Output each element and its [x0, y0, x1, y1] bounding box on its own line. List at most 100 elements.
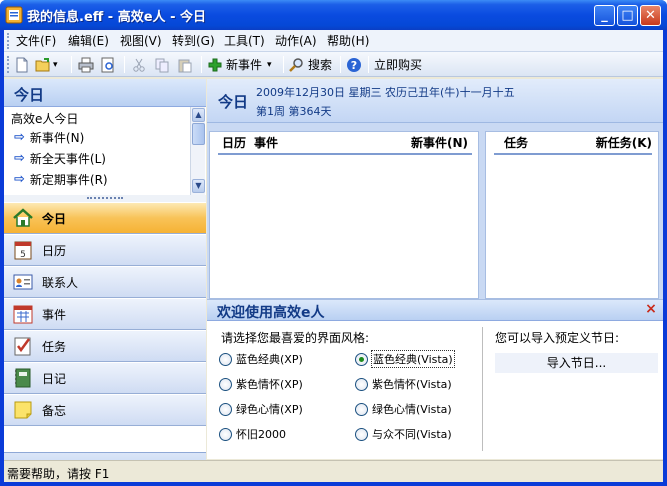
import-holidays-button[interactable]: 导入节日...	[495, 353, 658, 373]
close-button[interactable]: ✕	[640, 5, 661, 26]
print-preview-button[interactable]	[100, 55, 116, 74]
today-title: 今日	[218, 93, 249, 111]
scroll-up-button[interactable]: ▲	[192, 108, 205, 122]
help-button[interactable]: ?	[346, 55, 362, 74]
style-radio-blue-xp[interactable]: 蓝色经典(XP)	[219, 351, 303, 367]
menu-tools[interactable]: 工具(T)	[224, 33, 265, 49]
paste-button[interactable]	[177, 55, 193, 74]
radio-label: 与众不同(Vista)	[372, 428, 452, 441]
client-area: 文件(F) 编辑(E) 视图(V) 转到(G) 工具(T) 动作(A) 帮助(H…	[4, 30, 663, 482]
status-text: 需要帮助，请按 F1	[7, 467, 110, 481]
radio-button[interactable]	[355, 427, 368, 441]
maximize-button[interactable]: □	[617, 5, 638, 26]
new-event-dropdown-arrow[interactable]: ▾	[267, 60, 272, 70]
nav-events[interactable]: 事件	[4, 298, 206, 330]
memo-icon	[14, 401, 32, 419]
menu-help[interactable]: 帮助(H)	[327, 33, 369, 49]
scroll-down-button[interactable]: ▼	[192, 179, 205, 193]
nav-memo[interactable]: 备忘	[4, 394, 206, 426]
radio-button[interactable]	[355, 402, 368, 416]
print-preview-icon	[101, 57, 114, 72]
open-dropdown-arrow[interactable]: ▾	[53, 60, 58, 70]
nav-diary[interactable]: 日记	[4, 362, 206, 394]
style-radio-green-vista[interactable]: 绿色心情(Vista)	[355, 401, 452, 417]
left-pane: 今日 高效e人今日 ⇨ 新事件(N) ⇨ 新全天事件(L) ⇨ 新定期事件(R)…	[4, 79, 206, 482]
app-window: 我的信息.eff - 高效e人 - 今日 _ □ ✕ 文件(F) 编辑(E) 视…	[0, 0, 667, 486]
toolbar: ▾ 新事件 ▾ 搜索 ? 立即购买	[4, 52, 663, 77]
menu-action[interactable]: 动作(A)	[275, 33, 317, 49]
radio-button[interactable]	[355, 377, 368, 391]
buy-now-label: 立即购买	[374, 58, 423, 72]
menu-file[interactable]: 文件(F)	[16, 33, 56, 49]
home-icon	[13, 208, 33, 227]
nav-label: 事件	[42, 307, 67, 322]
pane-splitter[interactable]	[4, 195, 206, 202]
welcome-panel: 欢迎使用高效e人 × 请选择您最喜爱的界面风格: 蓝色经典(XP) 蓝色经典(V…	[207, 299, 663, 459]
style-radio-unique-vista[interactable]: 与众不同(Vista)	[355, 426, 452, 442]
new-task-link[interactable]: 新任务(K)	[596, 134, 652, 151]
style-radio-purple-xp[interactable]: 紫色情怀(XP)	[219, 376, 303, 392]
toolbar-separator	[283, 56, 284, 73]
new-document-icon	[16, 57, 28, 72]
radio-label: 绿色心情(Vista)	[372, 403, 452, 416]
radio-button-checked[interactable]	[355, 352, 368, 366]
nav-label: 日记	[42, 371, 67, 386]
radio-label: 紫色情怀(XP)	[236, 378, 303, 391]
new-event-label: 新事件	[226, 58, 263, 72]
nav-tasks[interactable]: 任务	[4, 330, 206, 362]
nav-calendar[interactable]: 5 日历	[4, 234, 206, 266]
quick-item-label: 新全天事件(L)	[29, 151, 106, 166]
nav-contacts[interactable]: 联系人	[4, 266, 206, 298]
toolbar-separator	[124, 56, 125, 73]
new-event-link[interactable]: 新事件(N)	[411, 134, 468, 151]
today-quick-list: 高效e人今日 ⇨ 新事件(N) ⇨ 新全天事件(L) ⇨ 新定期事件(R) ▲ …	[4, 107, 206, 195]
toolbar-separator	[340, 56, 341, 73]
search-label: 搜索	[308, 58, 333, 72]
menu-view[interactable]: 视图(V)	[120, 33, 162, 49]
style-radio-classic-2000[interactable]: 怀旧2000	[219, 426, 286, 442]
radio-button[interactable]	[219, 427, 232, 441]
new-document-button[interactable]	[14, 55, 30, 74]
toolbar-separator	[201, 56, 202, 73]
quick-list-scrollbar[interactable]: ▲ ▼	[190, 107, 205, 195]
style-radio-green-xp[interactable]: 绿色心情(XP)	[219, 401, 303, 417]
buy-now-button[interactable]: 立即购买	[374, 55, 422, 74]
open-folder-button[interactable]: ▾	[35, 55, 58, 74]
toolbar-grip[interactable]	[7, 56, 10, 73]
radio-button[interactable]	[219, 377, 232, 391]
cut-button[interactable]	[131, 55, 147, 74]
quick-new-allday-event[interactable]: ⇨ 新全天事件(L)	[14, 149, 106, 167]
minimize-button[interactable]: _	[594, 5, 615, 26]
quick-new-event[interactable]: ⇨ 新事件(N)	[14, 128, 84, 146]
radio-label: 绿色心情(XP)	[236, 403, 303, 416]
title-bar[interactable]: 我的信息.eff - 高效e人 - 今日 _ □ ✕	[0, 0, 667, 30]
print-button[interactable]	[78, 55, 94, 74]
calendar-icon: 5	[14, 241, 32, 260]
menu-bar: 文件(F) 编辑(E) 视图(V) 转到(G) 工具(T) 动作(A) 帮助(H…	[4, 30, 663, 52]
menubar-grip[interactable]	[7, 33, 10, 49]
copy-icon	[155, 58, 169, 72]
search-icon	[289, 57, 303, 72]
welcome-close-icon[interactable]: ×	[644, 302, 658, 316]
style-radio-blue-vista[interactable]: 蓝色经典(Vista)	[355, 350, 455, 368]
import-holidays-prompt: 您可以导入预定义节日:	[495, 331, 620, 345]
quick-new-recurring-event[interactable]: ⇨ 新定期事件(R)	[14, 170, 108, 188]
radio-button[interactable]	[219, 352, 232, 366]
welcome-divider	[482, 327, 483, 451]
radio-button[interactable]	[219, 402, 232, 416]
search-button[interactable]: 搜索	[288, 55, 332, 74]
menu-edit[interactable]: 编辑(E)	[68, 33, 109, 49]
scroll-thumb[interactable]	[192, 123, 205, 145]
splitter-grip	[87, 197, 123, 200]
menu-goto[interactable]: 转到(G)	[172, 33, 215, 49]
col-task: 任务	[504, 136, 529, 150]
copy-button[interactable]	[154, 55, 170, 74]
style-radio-purple-vista[interactable]: 紫色情怀(Vista)	[355, 376, 452, 392]
new-event-button[interactable]: 新事件 ▾	[207, 55, 272, 74]
quick-item-label: 新定期事件(R)	[29, 172, 108, 187]
arrow-right-icon: ⇨	[14, 129, 25, 145]
window-title: 我的信息.eff - 高效e人 - 今日	[27, 10, 206, 25]
nav-today[interactable]: 今日	[4, 202, 206, 234]
nav-label: 备忘	[42, 403, 67, 418]
nav-label: 联系人	[42, 275, 79, 290]
